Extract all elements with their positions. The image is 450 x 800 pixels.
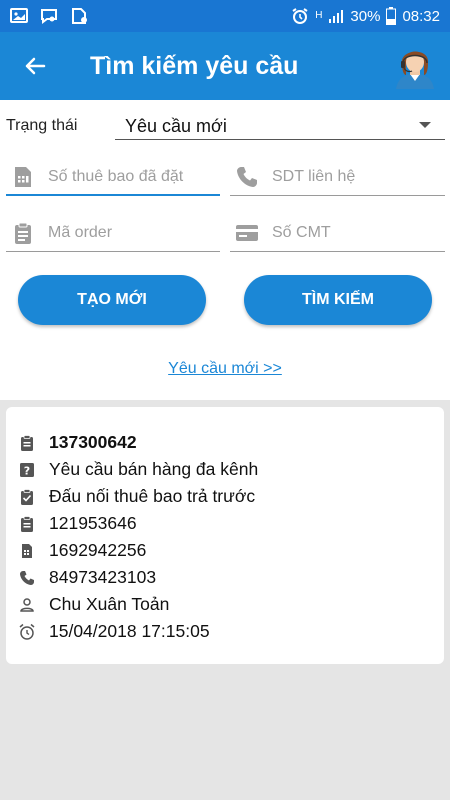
result-name: Chu Xuân Toản: [49, 594, 170, 614]
field-underline: [230, 251, 445, 252]
arrow-left-icon: [25, 57, 46, 75]
sim-card-icon: [15, 167, 31, 187]
phone-icon: [20, 570, 34, 585]
chat-icon: [41, 9, 57, 24]
result-row-order: 121953646: [6, 510, 444, 537]
field-underline: [6, 194, 220, 196]
person-icon: [20, 597, 34, 612]
result-order: 121953646: [49, 513, 137, 533]
result-card[interactable]: 137300642 ? Yêu cầu bán hàng đa kênh Đấu…: [6, 407, 444, 664]
result-row-type: ? Yêu cầu bán hàng đa kênh: [6, 456, 444, 483]
contact-phone-field[interactable]: SDT liên hệ: [230, 160, 445, 196]
file-alert-icon: [72, 8, 87, 24]
result-row-subscriber: 1692942256: [6, 537, 444, 564]
result-row-phone: 84973423103: [6, 564, 444, 591]
result-subscriber: 1692942256: [49, 540, 147, 560]
result-datetime: 15/04/2018 17:15:05: [49, 621, 210, 641]
status-bar: H 30% 08:32: [0, 0, 450, 32]
search-button[interactable]: TÌM KIẾM: [244, 275, 432, 325]
support-agent-avatar[interactable]: [390, 41, 440, 91]
id-card-icon: [236, 225, 258, 241]
check-clipboard-icon: [21, 488, 33, 505]
app-bar: Tìm kiếm yêu cầu: [0, 32, 450, 100]
phone-icon: [237, 167, 257, 187]
help-icon: ?: [20, 462, 34, 477]
status-dropdown[interactable]: Yêu cầu mới: [115, 110, 445, 140]
svg-text:?: ?: [24, 464, 30, 477]
order-placeholder: Mã order: [48, 224, 113, 241]
result-row-datetime: 15/04/2018 17:15:05: [6, 618, 444, 645]
back-button[interactable]: [0, 32, 70, 100]
contact-phone-placeholder: SDT liên hệ: [272, 168, 356, 185]
clipboard-icon: [21, 434, 33, 451]
battery-percent: 30%: [350, 7, 381, 25]
status-label: Trạng thái: [6, 117, 78, 134]
field-underline: [6, 251, 220, 252]
new-request-link[interactable]: Yêu cầu mới >>: [0, 360, 450, 378]
sim-card-icon: [22, 543, 32, 558]
battery-icon: [386, 7, 397, 25]
result-id: 137300642: [49, 432, 137, 452]
chevron-down-icon: [419, 122, 431, 128]
subscriber-field[interactable]: Số thuê bao đã đặt: [6, 160, 220, 196]
result-phone: 84973423103: [49, 567, 157, 587]
result-row-id: 137300642: [6, 429, 444, 456]
status-value: Yêu cầu mới: [125, 116, 227, 136]
clipboard-icon: [15, 222, 31, 244]
result-row-service: Đấu nối thuê bao trả trước: [6, 483, 444, 510]
id-card-field[interactable]: Số CMT: [230, 216, 445, 252]
network-type: H: [315, 10, 323, 21]
alarm-icon: [292, 8, 308, 24]
subscriber-placeholder: Số thuê bao đã đặt: [48, 168, 184, 185]
clock: 08:32: [402, 7, 440, 25]
signal-icon: [329, 10, 344, 23]
alarm-icon: [19, 623, 35, 640]
create-button[interactable]: TẠO MỚI: [18, 275, 206, 325]
gallery-icon: [10, 8, 28, 23]
result-row-name: Chu Xuân Toản: [6, 591, 444, 618]
result-service: Đấu nối thuê bao trả trước: [49, 486, 256, 506]
page-title: Tìm kiếm yêu cầu: [90, 51, 299, 80]
id-card-placeholder: Số CMT: [272, 224, 331, 241]
clipboard-icon: [21, 515, 33, 532]
result-request-type: Yêu cầu bán hàng đa kênh: [49, 459, 259, 479]
field-underline: [230, 195, 445, 196]
order-field[interactable]: Mã order: [6, 216, 220, 252]
